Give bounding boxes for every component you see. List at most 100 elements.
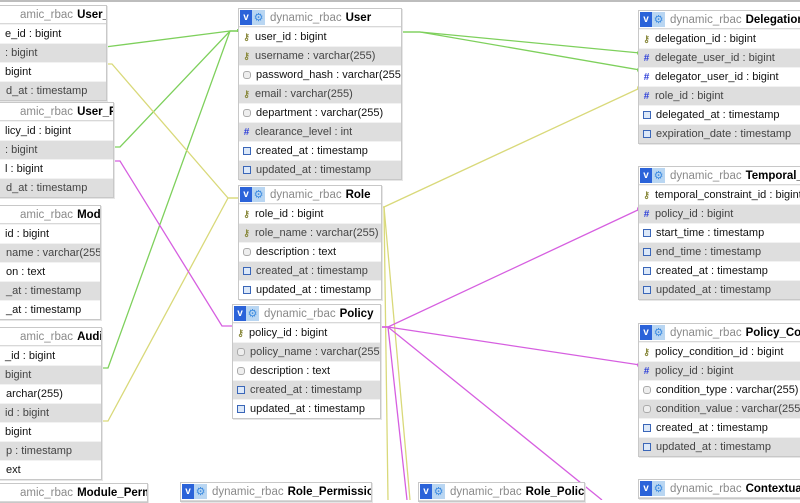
column-row[interactable]: #: bigint bbox=[0, 140, 113, 159]
gear-icon[interactable]: ⚙ bbox=[194, 484, 207, 499]
table-header[interactable]: v ⚙ dynamic_rbac Delegation bbox=[639, 11, 800, 29]
column-row[interactable]: ⚷ email : varchar(255) bbox=[239, 84, 401, 103]
column-row[interactable]: updated_at : timestamp bbox=[233, 399, 380, 418]
column-row[interactable]: #bigint bbox=[0, 422, 101, 441]
column-row[interactable]: # bigint bbox=[0, 365, 101, 384]
table-header[interactable]: v ⚙ dynamic_rbac Role bbox=[239, 186, 381, 204]
column-row[interactable]: # policy_id : bigint bbox=[639, 204, 800, 223]
table-audit-log[interactable]: v⚙amic_rbacAudit_Log⚷_id : bigint# bigin… bbox=[0, 327, 102, 480]
table-user-role[interactable]: v⚙amic_rbacUser_Role⚷e_id : bigint#: big… bbox=[0, 5, 107, 101]
column-row[interactable]: updated_at : timestamp bbox=[639, 280, 800, 299]
table-header[interactable]: v⚙amic_rbacUser_Role bbox=[0, 6, 106, 24]
table-temporal-constraint[interactable]: v⚙ dynamic_rbacTemporal_C ⚷ temporal_constr… bbox=[638, 166, 800, 300]
column-row[interactable]: start_time : timestamp bbox=[639, 223, 800, 242]
column-row[interactable]: #l : bigint bbox=[0, 159, 113, 178]
gear-icon[interactable]: ⚙ bbox=[246, 306, 259, 321]
table-header[interactable]: v⚙amic_rbacAudit_Log bbox=[0, 328, 101, 346]
table-header[interactable]: v⚙amic_rbacModule bbox=[0, 206, 100, 224]
view-toggle-icon[interactable]: v bbox=[420, 484, 432, 499]
column-row[interactable]: archar(255) bbox=[0, 384, 101, 403]
table-role-policy[interactable]: v⚙ dynamic_rbacRole_Policy bbox=[418, 482, 585, 502]
column-row[interactable]: department : varchar(255) bbox=[239, 103, 401, 122]
table-module-permission[interactable]: v⚙amic_rbacModule_Permission bbox=[0, 483, 148, 503]
table-header[interactable]: v⚙ dynamic_rbacRole_Permission bbox=[181, 483, 371, 501]
column-row[interactable]: ⚷ policy_condition_id : bigint bbox=[639, 342, 800, 361]
column-row[interactable]: condition_value : varchar(255) bbox=[639, 399, 800, 418]
column-row[interactable]: created_at : timestamp bbox=[239, 141, 401, 160]
table-user-policy[interactable]: v⚙amic_rbacUser_Policy⚷licy_id : bigint#… bbox=[0, 102, 114, 198]
column-row[interactable]: updated_at : timestamp bbox=[639, 437, 800, 456]
column-row[interactable]: ⚷e_id : bigint bbox=[0, 24, 106, 43]
table-delegation[interactable]: v ⚙ dynamic_rbac Delegation ⚷ delegation_id :… bbox=[638, 10, 800, 144]
table-module[interactable]: v⚙amic_rbacModule⚷id : bigint name : varc… bbox=[0, 205, 101, 320]
gear-icon[interactable]: ⚙ bbox=[652, 12, 665, 27]
gear-icon[interactable]: ⚙ bbox=[252, 187, 265, 202]
view-toggle-icon[interactable]: v bbox=[640, 325, 652, 340]
column-row[interactable]: created_at : timestamp bbox=[233, 380, 380, 399]
column-row[interactable]: ⚷ username : varchar(255) bbox=[239, 46, 401, 65]
view-toggle-icon[interactable]: v bbox=[240, 187, 252, 202]
column-row[interactable]: # delegate_user_id : bigint bbox=[639, 48, 800, 67]
column-row[interactable]: ⚷ temporal_constraint_id : bigint bbox=[639, 185, 800, 204]
column-row[interactable]: created_at : timestamp bbox=[639, 261, 800, 280]
column-row[interactable]: description : text bbox=[233, 361, 380, 380]
table-header[interactable]: v⚙ dynamic_rbacPolicy_Conc bbox=[639, 324, 800, 342]
table-header[interactable]: v ⚙ dynamic_rbac User bbox=[239, 9, 401, 27]
column-row[interactable]: #: bigint bbox=[0, 43, 106, 62]
column-row[interactable]: # delegator_user_id : bigint bbox=[639, 67, 800, 86]
column-row[interactable]: # role_id : bigint bbox=[639, 86, 800, 105]
table-role[interactable]: v ⚙ dynamic_rbac Role ⚷ role_id : bigint ⚷ role… bbox=[238, 185, 382, 300]
gear-icon[interactable]: ⚙ bbox=[252, 10, 265, 25]
column-row[interactable]: p : timestamp bbox=[0, 441, 101, 460]
table-policy[interactable]: v ⚙ dynamic_rbac Policy ⚷ policy_id : bigint p… bbox=[232, 304, 381, 419]
column-row[interactable]: ⚷_id : bigint bbox=[0, 346, 101, 365]
column-row[interactable]: _at : timestamp bbox=[0, 281, 100, 300]
column-row[interactable]: # bigint bbox=[0, 62, 106, 81]
column-row[interactable]: ⚷ role_name : varchar(255) bbox=[239, 223, 381, 242]
table-contextual[interactable]: v⚙ dynamic_rbacContextual_F bbox=[638, 479, 800, 499]
gear-icon[interactable]: ⚙ bbox=[652, 168, 665, 183]
column-row[interactable]: #id : bigint bbox=[0, 403, 101, 422]
column-row[interactable]: ⚷ user_id : bigint bbox=[239, 27, 401, 46]
column-row[interactable]: description : text bbox=[239, 242, 381, 261]
table-header[interactable]: v⚙amic_rbacModule_Permission bbox=[0, 484, 147, 502]
column-row[interactable]: created_at : timestamp bbox=[639, 418, 800, 437]
column-row[interactable]: ⚷ policy_id : bigint bbox=[233, 323, 380, 342]
view-toggle-icon[interactable]: v bbox=[182, 484, 194, 499]
column-row[interactable]: name : varchar(255) bbox=[0, 243, 100, 262]
table-header[interactable]: v⚙amic_rbacUser_Policy bbox=[0, 103, 113, 121]
column-row[interactable]: updated_at : timestamp bbox=[239, 160, 401, 179]
column-row[interactable]: ext bbox=[0, 460, 101, 479]
column-row[interactable]: ⚷ role_id : bigint bbox=[239, 204, 381, 223]
column-row[interactable]: d_at : timestamp bbox=[0, 81, 106, 100]
table-header[interactable]: v⚙ dynamic_rbacRole_Policy bbox=[419, 483, 584, 501]
table-role-permission[interactable]: v⚙ dynamic_rbacRole_Permission bbox=[180, 482, 372, 502]
view-toggle-icon[interactable]: v bbox=[640, 481, 652, 496]
column-row[interactable]: ⚷ delegation_id : bigint bbox=[639, 29, 800, 48]
column-row[interactable]: # clearance_level : int bbox=[239, 122, 401, 141]
column-row[interactable]: # policy_id : bigint bbox=[639, 361, 800, 380]
table-policy-condition[interactable]: v⚙ dynamic_rbacPolicy_Conc ⚷ policy_conditi… bbox=[638, 323, 800, 457]
table-header[interactable]: v⚙ dynamic_rbacContextual_F bbox=[639, 480, 800, 498]
column-row[interactable]: password_hash : varchar(255) bbox=[239, 65, 401, 84]
column-row[interactable]: condition_type : varchar(255) bbox=[639, 380, 800, 399]
column-row[interactable]: policy_name : varchar(255) bbox=[233, 342, 380, 361]
column-row[interactable]: created_at : timestamp bbox=[239, 261, 381, 280]
table-header[interactable]: v⚙ dynamic_rbacTemporal_C bbox=[639, 167, 800, 185]
column-row[interactable]: d_at : timestamp bbox=[0, 178, 113, 197]
table-user[interactable]: v ⚙ dynamic_rbac User ⚷ user_id : bigint ⚷ user… bbox=[238, 8, 402, 180]
column-row[interactable]: on : text bbox=[0, 262, 100, 281]
gear-icon[interactable]: ⚙ bbox=[652, 481, 665, 496]
column-row[interactable]: delegated_at : timestamp bbox=[639, 105, 800, 124]
view-toggle-icon[interactable]: v bbox=[240, 10, 252, 25]
column-row[interactable]: _at : timestamp bbox=[0, 300, 100, 319]
view-toggle-icon[interactable]: v bbox=[640, 12, 652, 27]
table-header[interactable]: v ⚙ dynamic_rbac Policy bbox=[233, 305, 380, 323]
column-row[interactable]: end_time : timestamp bbox=[639, 242, 800, 261]
column-row[interactable]: updated_at : timestamp bbox=[239, 280, 381, 299]
column-row[interactable]: ⚷id : bigint bbox=[0, 224, 100, 243]
view-toggle-icon[interactable]: v bbox=[640, 168, 652, 183]
gear-icon[interactable]: ⚙ bbox=[652, 325, 665, 340]
column-row[interactable]: expiration_date : timestamp bbox=[639, 124, 800, 143]
gear-icon[interactable]: ⚙ bbox=[432, 484, 445, 499]
